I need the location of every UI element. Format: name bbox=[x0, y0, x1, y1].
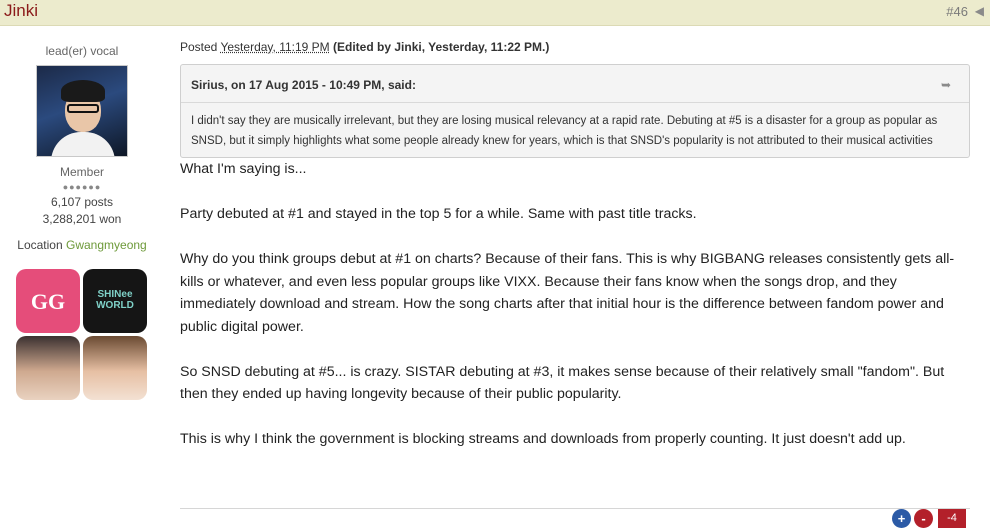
post-meta: Posted Yesterday, 11:19 PM (Edited by Ji… bbox=[180, 40, 970, 54]
gg-badge-text: GG bbox=[30, 289, 66, 314]
post-content: What I'm saying is... Party debuted at #… bbox=[180, 158, 970, 451]
quote-block: Sirius, on 17 Aug 2015 - 10:49 PM, said:… bbox=[180, 64, 970, 158]
currency-count: 3,288,201 won bbox=[42, 212, 122, 226]
quote-citation-bar: Sirius, on 17 Aug 2015 - 10:49 PM, said:… bbox=[181, 65, 969, 103]
post-footer-divider bbox=[180, 508, 970, 509]
rep-up-button[interactable]: + bbox=[892, 509, 911, 528]
post-paragraph: What I'm saying is... bbox=[180, 161, 307, 177]
member-photo-badge-2 bbox=[83, 336, 147, 400]
avatar-body-shape bbox=[51, 132, 115, 156]
post-author-name[interactable]: Jinki bbox=[4, 1, 38, 21]
post-count: 6,107 posts bbox=[50, 195, 114, 209]
member-photo-badge-1 bbox=[16, 336, 80, 400]
view-post-arrow-icon[interactable]: ➥ bbox=[941, 78, 951, 92]
member-rank: Member bbox=[59, 165, 104, 179]
post-paragraph: So SNSD debuting at #5... is crazy. SIST… bbox=[180, 363, 945, 403]
avatar-hair-shape bbox=[61, 80, 105, 102]
gg-badge: GG bbox=[16, 269, 80, 333]
post-body: Posted Yesterday, 11:19 PM (Edited by Ji… bbox=[180, 40, 970, 473]
edited-note: (Edited by Jinki, Yesterday, 11:22 PM.) bbox=[333, 40, 550, 54]
share-icon[interactable]: ◀ bbox=[975, 4, 984, 18]
badge-grid: GG SHINee WORLD bbox=[16, 269, 148, 400]
post-number-link[interactable]: #46 bbox=[946, 4, 968, 19]
post-paragraph: Why do you think groups debut at #1 on c… bbox=[180, 251, 955, 335]
reputation-controls: + - -4 bbox=[892, 509, 966, 528]
quote-text: I didn't say they are musically irreleva… bbox=[191, 115, 938, 147]
posted-time[interactable]: Yesterday, 11:19 PM bbox=[220, 40, 329, 54]
post-header-bar: Jinki #46 ◀ bbox=[0, 0, 990, 26]
avatar-glasses-shape bbox=[67, 104, 99, 113]
custom-title: lead(er) vocal bbox=[45, 44, 119, 58]
rank-pips: ●●●●●● bbox=[62, 182, 102, 192]
quote-citation: Sirius, on 17 Aug 2015 - 10:49 PM, said: bbox=[191, 78, 416, 92]
author-sidebar: lead(er) vocal Member ●●●●●● 6,107 posts… bbox=[0, 36, 164, 400]
location-label: Location bbox=[17, 238, 63, 252]
rep-score: -4 bbox=[938, 509, 966, 528]
shinee-world-badge-text: SHINee WORLD bbox=[96, 289, 134, 311]
post-paragraph: Party debuted at #1 and stayed in the to… bbox=[180, 206, 697, 222]
avatar[interactable] bbox=[36, 65, 128, 157]
location: Location Gwangmyeong bbox=[0, 238, 164, 252]
rep-down-button[interactable]: - bbox=[914, 509, 933, 528]
posted-prefix: Posted bbox=[180, 40, 218, 54]
shinee-world-badge: SHINee WORLD bbox=[83, 269, 147, 333]
location-value: Gwangmyeong bbox=[66, 238, 147, 252]
post-paragraph: This is why I think the government is bl… bbox=[180, 431, 906, 447]
